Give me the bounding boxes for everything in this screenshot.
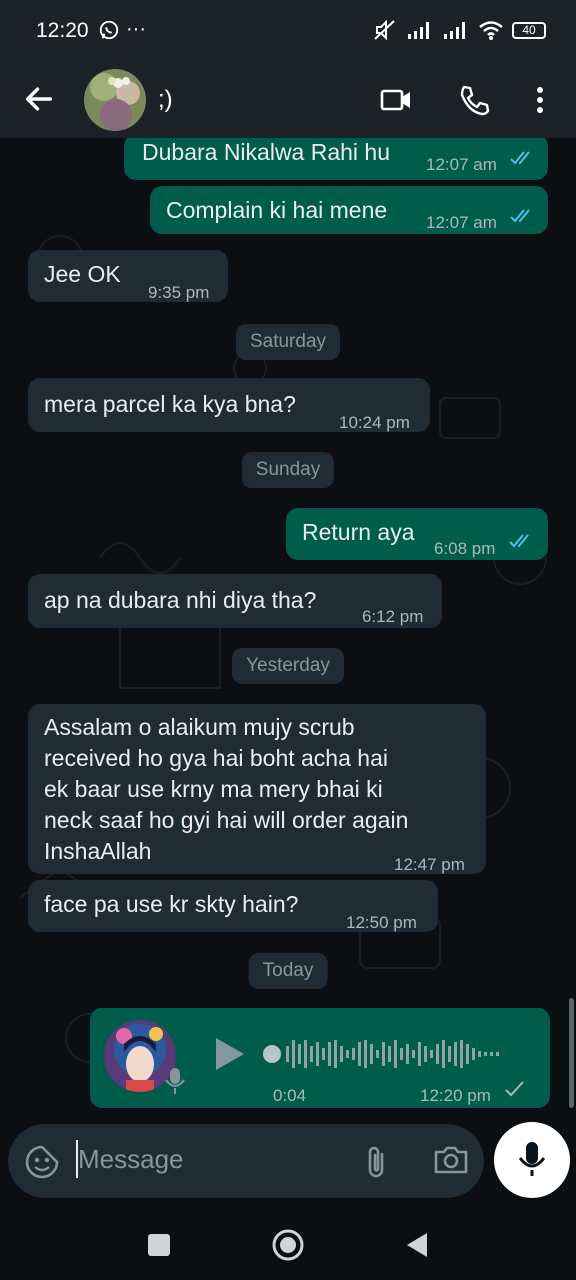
chat-messages-area[interactable]: Dubara Nikalwa Rahi hu 12:07 am Complain… xyxy=(0,138,576,1120)
whatsapp-notification-icon xyxy=(99,20,119,39)
message-text: Dubara Nikalwa Rahi hu xyxy=(142,139,391,165)
message-time: 10:24 pm xyxy=(339,413,410,432)
emoji-sticker-icon[interactable] xyxy=(24,1144,60,1180)
date-separator: Sunday xyxy=(241,452,335,488)
message-time: 6:12 pm xyxy=(362,607,424,626)
more-notifications-dots: ··· xyxy=(126,18,146,40)
status-time: 12:20 xyxy=(36,19,89,42)
message-text: Complain ki hai mene xyxy=(166,197,388,223)
message-time: 12:20 pm xyxy=(420,1086,491,1105)
back-arrow-icon[interactable] xyxy=(22,82,56,116)
signal-icon-1 xyxy=(408,22,429,39)
message-composer: Message xyxy=(8,1124,484,1198)
chat-scrollbar[interactable] xyxy=(569,998,574,1108)
voice-call-icon[interactable] xyxy=(456,82,492,118)
signal-icon-2 xyxy=(444,22,465,39)
message-bubble-outgoing[interactable]: Complain ki hai mene 12:07 am xyxy=(150,186,548,234)
message-bubble-outgoing[interactable]: Dubara Nikalwa Rahi hu 12:07 am xyxy=(124,138,548,180)
voice-waveform[interactable] xyxy=(262,1036,528,1072)
contact-name[interactable]: ;) xyxy=(158,86,173,114)
date-separator: Today xyxy=(248,953,328,989)
attach-icon[interactable] xyxy=(362,1142,392,1182)
double-check-read-icon xyxy=(510,209,530,223)
battery-indicator: 40 xyxy=(512,21,546,39)
message-time: 6:08 pm xyxy=(434,539,496,558)
message-text: face pa use kr skty hain? xyxy=(44,891,299,917)
message-time: 9:35 pm xyxy=(148,283,210,302)
message-bubble-incoming[interactable]: Assalam o alaikum mujy scrub received ho… xyxy=(28,704,486,874)
message-text: mera parcel ka kya bna? xyxy=(44,391,296,417)
message-text: Jee OK xyxy=(44,261,121,287)
date-separator: Yesterday xyxy=(232,648,344,684)
message-time: 12:07 am xyxy=(426,155,497,174)
message-bubble-outgoing[interactable]: Return aya 6:08 pm xyxy=(286,508,548,560)
chat-header: ;) xyxy=(0,62,576,138)
avatar-image xyxy=(84,69,146,131)
recents-button-icon[interactable] xyxy=(140,1226,178,1264)
status-right-icons: 40 xyxy=(372,18,546,42)
message-bubble-incoming[interactable]: ap na dubara nhi diya tha? 6:12 pm xyxy=(28,574,442,628)
single-check-sent-icon xyxy=(505,1081,524,1097)
message-bubble-incoming[interactable]: Jee OK 9:35 pm xyxy=(28,250,228,302)
message-bubble-incoming[interactable]: mera parcel ka kya bna? 10:24 pm xyxy=(28,378,430,432)
message-bubble-incoming[interactable]: face pa use kr skty hain? 12:50 pm xyxy=(28,880,438,932)
camera-icon[interactable] xyxy=(432,1142,470,1178)
voice-record-button[interactable] xyxy=(494,1122,570,1198)
more-menu-icon[interactable] xyxy=(522,82,558,118)
double-check-read-icon xyxy=(509,534,529,548)
date-separator: Saturday xyxy=(235,324,341,360)
home-button-icon[interactable] xyxy=(269,1226,307,1264)
message-time: 12:07 am xyxy=(426,213,497,232)
microphone-icon xyxy=(518,1142,546,1176)
mute-icon xyxy=(374,19,395,41)
message-text: Assalam o alaikum mujy scrub received ho… xyxy=(44,714,409,864)
message-time: 12:47 pm xyxy=(394,855,465,874)
play-icon[interactable] xyxy=(210,1034,248,1074)
status-bar: 12:20 ··· 40 xyxy=(0,0,576,62)
message-input[interactable]: Message xyxy=(78,1144,184,1175)
double-check-read-icon xyxy=(510,151,530,165)
contact-avatar[interactable] xyxy=(84,69,146,131)
status-left-icons: ··· xyxy=(98,18,146,41)
voice-duration: 0:04 xyxy=(273,1086,307,1105)
wifi-icon xyxy=(479,21,503,40)
video-call-icon[interactable] xyxy=(378,82,414,118)
system-navigation-bar xyxy=(0,1210,576,1280)
back-button-icon[interactable] xyxy=(399,1226,437,1264)
message-text: Return aya xyxy=(302,519,415,545)
voice-mic-badge-icon xyxy=(165,1068,185,1094)
message-time: 12:50 pm xyxy=(346,913,417,932)
voice-message-bubble[interactable]: 0:04 12:20 pm xyxy=(90,1008,550,1108)
message-text: ap na dubara nhi diya tha? xyxy=(44,587,317,613)
